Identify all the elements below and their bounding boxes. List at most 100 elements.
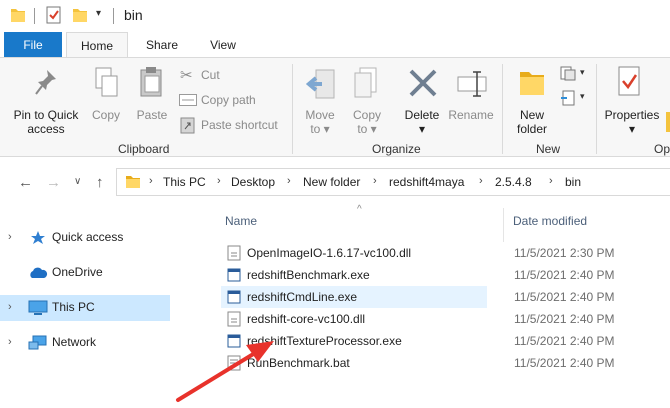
move-to-line1: Move: [305, 108, 335, 122]
copy-path-button[interactable]: Copy path: [201, 93, 256, 107]
copy-to-line1: Copy: [352, 108, 381, 122]
new-folder-icon: [520, 72, 544, 95]
file-date-cell: 11/5/2021 2:40 PM: [221, 286, 670, 308]
paste-shortcut-button[interactable]: Paste shortcut: [201, 118, 278, 132]
breadcrumb-chevron-icon[interactable]: ›: [479, 175, 483, 187]
clipboard-group-label: Clipboard: [118, 142, 170, 156]
copy-to-button[interactable]: Copy to ▾: [346, 108, 388, 136]
copy-to-line2: to: [357, 122, 368, 136]
exe-file-icon: [227, 334, 241, 348]
cut-button[interactable]: Cut: [201, 68, 220, 82]
new-folder-icon[interactable]: [72, 6, 88, 24]
file-name: OpenImageIO-1.6.17-vc100.dll: [247, 246, 412, 260]
easy-access-icon[interactable]: [560, 90, 578, 106]
expand-chevron-icon[interactable]: ›: [8, 336, 12, 348]
title-bar: ▾ bin: [0, 0, 670, 32]
file-row[interactable]: OpenImageIO-1.6.17-vc100.dll 11/5/2021 2…: [221, 242, 670, 264]
file-row[interactable]: redshiftTextureProcessor.exe 11/5/2021 2…: [221, 330, 670, 352]
delete-button[interactable]: Delete ▾: [400, 108, 444, 136]
breadcrumb-chevron-icon[interactable]: ›: [373, 175, 377, 187]
breadcrumb-this-pc[interactable]: This PC: [163, 175, 206, 189]
tab-file[interactable]: File: [4, 32, 62, 58]
customize-qat-icon[interactable]: ▾: [96, 8, 101, 19]
properties-check-icon[interactable]: [46, 6, 62, 24]
move-to-button[interactable]: Move to ▾: [300, 108, 340, 136]
nav-item-quick-access[interactable]: › Quick access: [0, 225, 170, 251]
new-folder-button[interactable]: New folder: [510, 108, 554, 136]
ribbon-tabs: File Home Share View: [0, 32, 670, 58]
exe-file-icon: [227, 268, 241, 282]
nav-item-onedrive[interactable]: OneDrive: [0, 260, 170, 286]
file-date: 11/5/2021 2:40 PM: [514, 268, 615, 282]
tab-share[interactable]: Share: [140, 32, 184, 58]
file-date: 11/5/2021 2:30 PM: [514, 246, 615, 260]
expand-chevron-icon[interactable]: ›: [8, 301, 12, 313]
breadcrumb-version[interactable]: 2.5.4.8: [495, 175, 532, 189]
group-separator: [596, 64, 597, 154]
move-to-icon: [306, 69, 335, 99]
breadcrumb-new-folder[interactable]: New folder: [303, 175, 360, 189]
recent-locations-icon[interactable]: ∨: [74, 176, 81, 187]
organize-group-label: Organize: [372, 142, 421, 156]
qat-separator: [34, 8, 35, 24]
dll-file-icon: [227, 245, 241, 261]
scissors-icon: ✂: [180, 67, 193, 84]
pin-label-line2: access: [27, 122, 65, 136]
network-icon: [28, 335, 47, 350]
rename-icon: [457, 71, 487, 97]
file-row[interactable]: redshiftBenchmark.exe 11/5/2021 2:40 PM: [221, 264, 670, 286]
dll-file-icon: [227, 311, 241, 327]
forward-arrow-icon[interactable]: →: [46, 174, 61, 191]
file-name: RunBenchmark.bat: [247, 356, 350, 370]
easy-access-dropdown-icon[interactable]: ▾: [580, 91, 585, 102]
file-row[interactable]: RunBenchmark.bat 11/5/2021 2:40 PM: [221, 352, 670, 374]
file-list: ^ Name Date modified OpenImageIO-1.6.17-…: [205, 204, 670, 408]
address-bar[interactable]: › This PC › Desktop › New folder › redsh…: [116, 168, 670, 196]
new-folder-line1: New: [519, 108, 544, 122]
file-date: 11/5/2021 2:40 PM: [514, 312, 615, 326]
breadcrumb-desktop[interactable]: Desktop: [231, 175, 275, 189]
bat-file-icon: [227, 355, 241, 371]
nav-item-network[interactable]: › Network: [0, 330, 170, 356]
new-item-dropdown-icon[interactable]: ▾: [580, 67, 585, 78]
move-to-line2: to: [310, 122, 321, 136]
breadcrumb-chevron-icon[interactable]: ›: [549, 175, 553, 187]
expand-chevron-icon[interactable]: ›: [8, 231, 12, 243]
column-header-name[interactable]: Name: [225, 214, 257, 228]
file-row[interactable]: redshift-core-vc100.dll 11/5/2021 2:40 P…: [221, 308, 670, 330]
breadcrumb-chevron-icon[interactable]: ›: [287, 175, 291, 187]
folder-icon: [126, 176, 140, 188]
delete-label: Delete: [404, 108, 440, 122]
breadcrumb-redshift4maya[interactable]: redshift4maya: [389, 175, 464, 189]
new-group-label: New: [536, 142, 561, 156]
properties-icon: [618, 66, 640, 96]
delete-x-icon: [409, 69, 437, 97]
folder-icon[interactable]: [10, 6, 26, 24]
column-header-date-modified[interactable]: Date modified: [513, 214, 587, 228]
breadcrumb-chevron-icon[interactable]: ›: [149, 175, 153, 187]
breadcrumb-bin[interactable]: bin: [565, 175, 581, 189]
copy-button[interactable]: Copy: [88, 108, 124, 122]
group-separator: [502, 64, 503, 154]
pin-label-line1: Pin to Quick: [13, 108, 79, 122]
file-date: 11/5/2021 2:40 PM: [514, 290, 615, 304]
new-folder-line2: folder: [516, 122, 548, 136]
new-item-icon[interactable]: [560, 66, 578, 82]
breadcrumb-chevron-icon[interactable]: ›: [217, 175, 221, 187]
ribbon: Pin to Quick access Copy Paste ✂ Cut Cop…: [0, 57, 670, 157]
pin-to-quick-access-button[interactable]: Pin to Quick access: [8, 108, 84, 136]
tab-view[interactable]: View: [200, 32, 246, 58]
file-date: 11/5/2021 2:40 PM: [514, 356, 615, 370]
column-separator[interactable]: [503, 208, 504, 242]
rename-button[interactable]: Rename: [446, 108, 496, 122]
navigation-pane: › Quick access OneDrive › This PC › Netw…: [0, 206, 205, 408]
properties-button[interactable]: Properties ▾: [600, 108, 664, 136]
back-arrow-icon[interactable]: ←: [18, 174, 33, 191]
cloud-icon: [30, 267, 48, 278]
tab-home[interactable]: Home: [66, 32, 128, 58]
nav-item-this-pc[interactable]: › This PC: [0, 295, 170, 321]
group-separator: [292, 64, 293, 154]
paste-button[interactable]: Paste: [132, 108, 172, 122]
up-arrow-icon[interactable]: ↑: [96, 174, 104, 191]
nav-label: OneDrive: [52, 265, 103, 279]
